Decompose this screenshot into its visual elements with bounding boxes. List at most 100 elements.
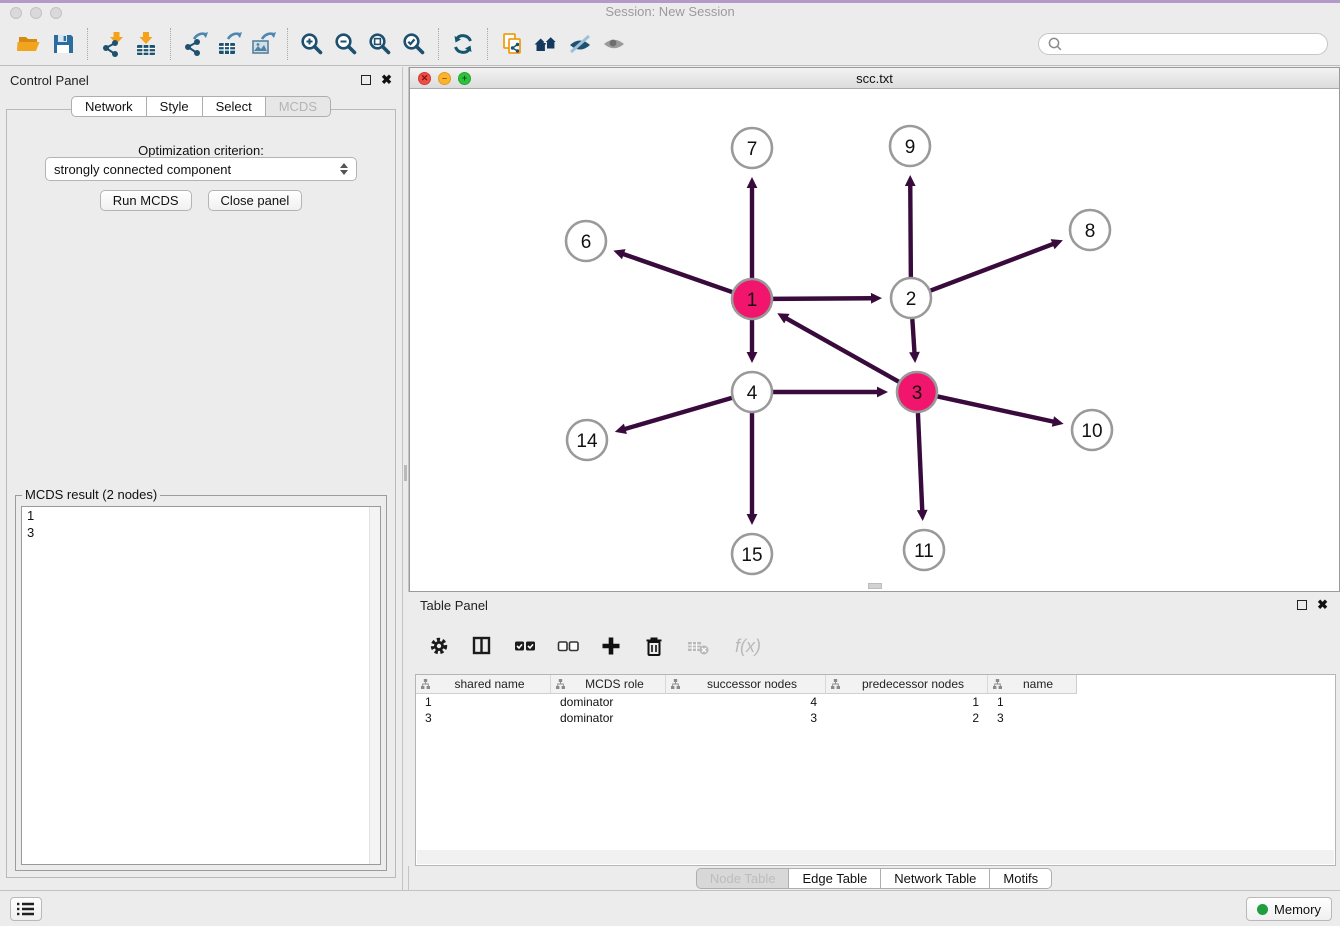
create-column-button[interactable]	[600, 635, 622, 657]
canvas-divider-grip[interactable]	[868, 583, 882, 589]
save-session-button[interactable]	[46, 26, 80, 62]
panel-menu-button[interactable]	[10, 897, 42, 921]
eye-icon	[601, 31, 627, 57]
tab-select[interactable]: Select	[202, 96, 266, 117]
edge-3-1[interactable]	[777, 313, 898, 381]
main-toolbar	[0, 22, 1340, 66]
import-network-button[interactable]	[95, 26, 129, 62]
open-session-button[interactable]	[12, 26, 46, 62]
tab-motifs[interactable]: Motifs	[989, 868, 1052, 889]
column-settings-button[interactable]	[428, 635, 450, 657]
zoom-out-button[interactable]	[329, 26, 363, 62]
search-input[interactable]	[1067, 35, 1319, 53]
edge-1-2[interactable]	[773, 293, 882, 304]
close-table-panel-icon[interactable]: ✖	[1317, 600, 1328, 610]
table-row[interactable]: 3dominator323	[416, 710, 1335, 726]
graph-node-6[interactable]: 6	[566, 221, 606, 261]
unchecked-boxes-icon	[557, 635, 579, 657]
control-panel-header: Control Panel ✖	[0, 67, 402, 93]
run-mcds-button[interactable]: Run MCDS	[100, 190, 192, 211]
divider-grip[interactable]	[404, 465, 407, 481]
node-table: shared nameMCDS rolesuccessor nodesprede…	[415, 674, 1336, 866]
edge-4-14[interactable]	[615, 398, 732, 434]
split-panel-button[interactable]	[471, 635, 493, 657]
eye-slash-icon	[567, 31, 593, 57]
export-table-button[interactable]	[212, 26, 246, 62]
hide-selected-button[interactable]	[563, 26, 597, 62]
graph-node-14[interactable]: 14	[567, 420, 607, 460]
tab-network-table[interactable]: Network Table	[880, 868, 990, 889]
mcds-result-item[interactable]: 1	[22, 507, 380, 524]
close-panel-button[interactable]: Close panel	[208, 190, 303, 211]
column-header-predecessor-nodes[interactable]: predecessor nodes	[826, 675, 988, 693]
export-image-button[interactable]	[246, 26, 280, 62]
show-all-button[interactable]	[597, 26, 631, 62]
tab-node-table[interactable]: Node Table	[696, 868, 790, 889]
criterion-select-value: strongly connected component	[54, 162, 231, 177]
tab-style[interactable]: Style	[146, 96, 203, 117]
graph-node-3[interactable]: 3	[897, 372, 937, 412]
table-tabs: Node TableEdge TableNetwork TableMotifs	[408, 866, 1340, 890]
delete-columns-button[interactable]	[643, 635, 665, 657]
table-cell: 2	[826, 710, 988, 726]
edge-1-6[interactable]	[613, 249, 732, 292]
graph-node-1[interactable]: 1	[732, 279, 772, 319]
import-table-button[interactable]	[129, 26, 163, 62]
zoom-in-button[interactable]	[295, 26, 329, 62]
first-neighbors-button[interactable]	[529, 26, 563, 62]
edge-1-7[interactable]	[747, 177, 758, 278]
edge-4-3[interactable]	[773, 387, 888, 398]
float-table-panel-icon[interactable]	[1297, 600, 1307, 610]
network-window-title: scc.txt	[410, 71, 1339, 86]
table-cell: 3	[666, 710, 826, 726]
mcds-result-scrollbar[interactable]	[369, 507, 380, 864]
column-header-name[interactable]: name	[988, 675, 1075, 693]
close-panel-icon[interactable]: ✖	[381, 75, 392, 85]
mcds-result-group: MCDS result (2 nodes) 13	[15, 495, 387, 871]
table-panel-header: Table Panel ✖	[408, 592, 1340, 618]
unselect-all-columns-button[interactable]	[557, 635, 579, 657]
column-header-shared-name[interactable]: shared name	[416, 675, 551, 693]
graph-node-7[interactable]: 7	[732, 128, 772, 168]
graph-node-15[interactable]: 15	[732, 534, 772, 574]
houses-icon	[533, 31, 559, 57]
float-panel-icon[interactable]	[361, 75, 371, 85]
export-network-button[interactable]	[178, 26, 212, 62]
graph-node-9[interactable]: 9	[890, 126, 930, 166]
graph-node-11[interactable]: 11	[904, 530, 944, 570]
table-panel-title: Table Panel	[420, 598, 488, 613]
graph-node-8[interactable]: 8	[1070, 210, 1110, 250]
node-table-body: 1dominator4113dominator323	[416, 694, 1335, 726]
edge-2-3[interactable]	[909, 319, 920, 363]
refresh-icon	[450, 31, 476, 57]
mcds-result-item[interactable]: 3	[22, 524, 380, 541]
table-scrollbar-strip[interactable]	[417, 850, 1334, 864]
table-row[interactable]: 1dominator411	[416, 694, 1335, 710]
tab-mcds[interactable]: MCDS	[265, 96, 331, 117]
zoom-selected-button[interactable]	[397, 26, 431, 62]
criterion-select[interactable]: strongly connected component	[45, 157, 357, 181]
select-all-columns-button[interactable]	[514, 635, 536, 657]
edge-4-15[interactable]	[747, 413, 758, 525]
tab-network[interactable]: Network	[71, 96, 147, 117]
zoom-fit-button[interactable]	[363, 26, 397, 62]
column-header-successor-nodes[interactable]: successor nodes	[666, 675, 826, 693]
edge-2-9[interactable]	[905, 175, 916, 277]
column-header-mcds-role[interactable]: MCDS role	[551, 675, 666, 693]
graph-node-4[interactable]: 4	[732, 372, 772, 412]
refresh-layout-button[interactable]	[446, 26, 480, 62]
mcds-panel: Optimization criterion: strongly connect…	[6, 109, 396, 878]
network-view-window: ✕ – + scc.txt 7968124314101511	[409, 67, 1340, 592]
edge-3-10[interactable]	[938, 396, 1064, 426]
edge-3-11[interactable]	[917, 413, 928, 521]
edge-1-4[interactable]	[747, 320, 758, 363]
tab-edge-table[interactable]: Edge Table	[788, 868, 881, 889]
network-canvas[interactable]: 7 9 6 8 1 2 4 3 14 10 15 11	[410, 90, 1339, 591]
memory-button[interactable]: Memory	[1246, 897, 1332, 921]
graph-node-2[interactable]: 2	[891, 278, 931, 318]
node-label: 4	[747, 383, 758, 404]
graph-node-10[interactable]: 10	[1072, 410, 1112, 450]
select-stepper-icon	[340, 163, 348, 175]
edge-2-8[interactable]	[931, 239, 1063, 290]
new-network-from-selection-button[interactable]	[495, 26, 529, 62]
